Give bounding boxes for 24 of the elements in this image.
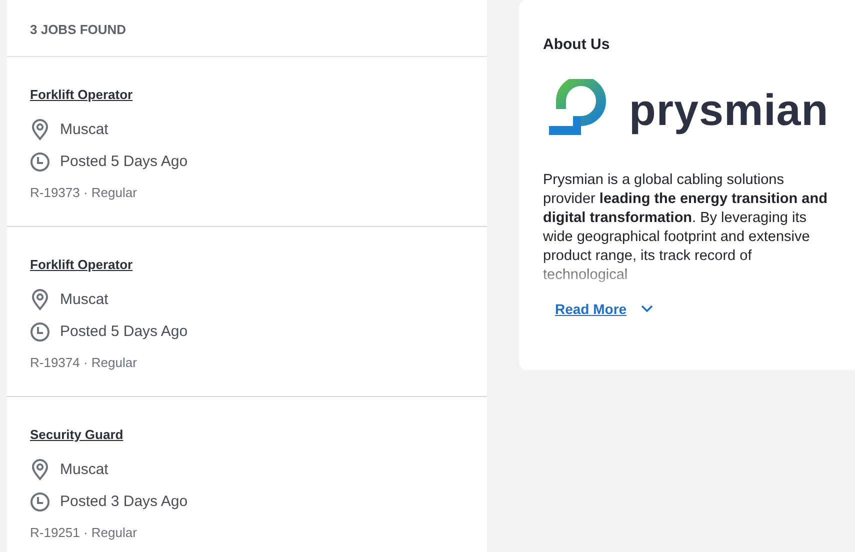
job-meta: R-19374 · Regular	[30, 354, 138, 372]
job-posted-date: Posted 3 Days Ago	[60, 492, 188, 512]
clock-icon	[30, 322, 50, 342]
job-location: Muscat	[60, 460, 108, 480]
job-location: Muscat	[60, 290, 108, 310]
chevron-down-icon[interactable]	[640, 305, 653, 313]
about-text: Prysmian is a global cabling solutions provider leading the energy transition and digital transformation. By leveraging its wide geographical footprint and extensive product range, its track record of technological	[543, 170, 828, 284]
jobs-count: 3 JOBS FOUND	[30, 22, 126, 37]
job-title-link[interactable]: Forklift Operator	[30, 257, 133, 272]
job-posted-date: Posted 5 Days Ago	[60, 152, 188, 172]
clock-icon	[30, 152, 50, 172]
job-meta: R-19251 · Regular	[30, 524, 138, 542]
clock-icon	[30, 492, 50, 512]
job-title-link[interactable]: Forklift Operator	[30, 87, 133, 102]
location-pin-icon	[30, 459, 50, 481]
logo-text: prysmian	[629, 88, 829, 132]
location-pin-icon	[30, 289, 50, 311]
read-more-link[interactable]: Read More	[555, 298, 627, 320]
about-heading: About Us	[543, 35, 611, 55]
job-meta: R-19373 · Regular	[30, 184, 138, 202]
location-pin-icon	[30, 119, 50, 141]
job-title-link[interactable]: Security Guard	[30, 427, 124, 442]
job-posted-date: Posted 5 Days Ago	[60, 322, 188, 342]
job-location: Muscat	[60, 120, 108, 140]
